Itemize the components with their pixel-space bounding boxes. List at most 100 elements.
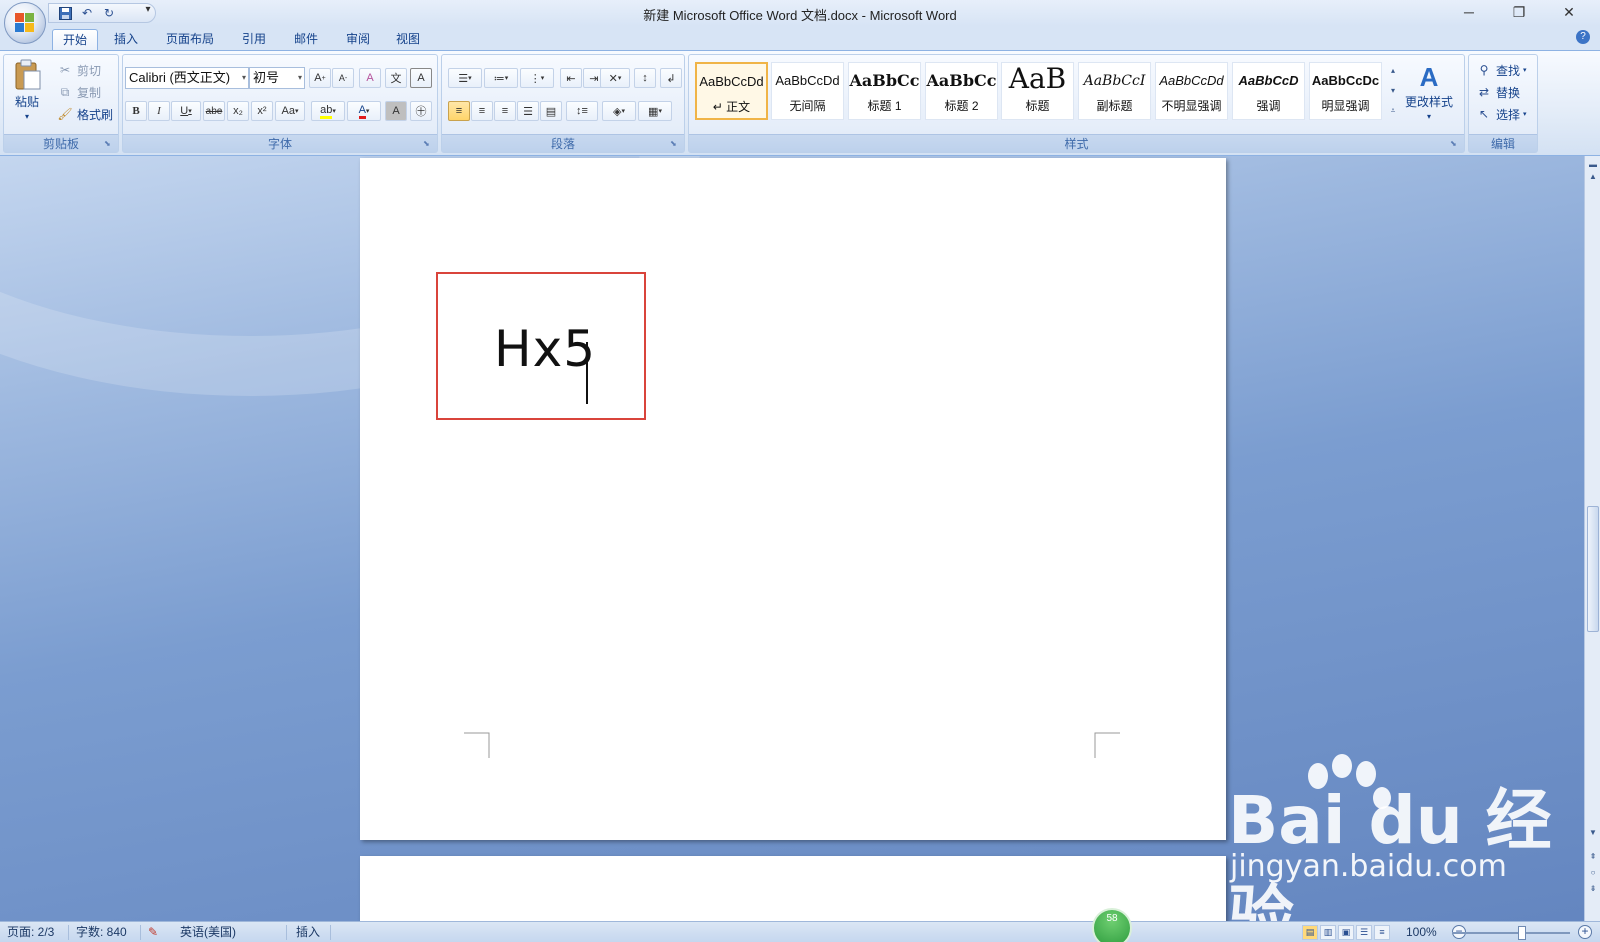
insert-mode[interactable]: 插入 xyxy=(296,924,320,940)
underline-button[interactable]: U ▾ xyxy=(171,101,201,121)
word-count[interactable]: 字数: 840 xyxy=(76,924,127,940)
style-tile-title[interactable]: AaB 标题 xyxy=(1001,62,1074,120)
char-shading-button[interactable]: A xyxy=(385,101,407,121)
scroll-up-icon[interactable]: ▲ xyxy=(1585,170,1600,184)
style-tile-emphasis[interactable]: AaBbCcD 强调 xyxy=(1232,62,1305,120)
clear-format-button[interactable]: A xyxy=(359,68,381,88)
style-sample: AaBbCcDc xyxy=(1311,73,1380,88)
close-button[interactable]: ✕ xyxy=(1546,0,1592,24)
chevron-down-icon: ▾ xyxy=(241,73,246,82)
proofing-icon[interactable]: ✎ xyxy=(148,924,158,940)
style-tile-heading-2[interactable]: AaBbCc 标题 2 xyxy=(925,62,998,120)
scroll-thumb[interactable] xyxy=(1587,506,1599,632)
zoom-in-icon[interactable]: + xyxy=(1578,925,1592,939)
style-tile-subtle-emphasis[interactable]: AaBbCcDd 不明显强调 xyxy=(1155,62,1228,120)
change-styles-label: 更改样式 xyxy=(1405,95,1454,109)
shrink-font-button[interactable]: A- xyxy=(332,68,354,88)
style-tile-normal[interactable]: AaBbCcDd ↵ 正文 xyxy=(695,62,768,120)
font-family-combo[interactable]: Calibri (西文正文) ▾ xyxy=(125,67,249,89)
align-left-button[interactable]: ≡ xyxy=(448,101,470,121)
paragraph-launcher-icon[interactable]: ⬊ xyxy=(670,139,680,149)
style-tile-heading-1[interactable]: AaBbCc 标题 1 xyxy=(848,62,921,120)
copy-button[interactable]: ⧉ 复制 xyxy=(56,83,101,101)
strikethrough-button[interactable]: abe xyxy=(203,101,225,121)
change-case-button[interactable]: Aa ▾ xyxy=(275,101,305,121)
vertical-scrollbar[interactable]: ▬ ▲ ▼ ⇞ ○ ⇟ xyxy=(1584,156,1600,921)
sort-button[interactable]: ↕ xyxy=(634,68,656,88)
document-page[interactable]: Hx5 xyxy=(360,158,1226,840)
format-painter-button[interactable]: 🖌 格式刷 xyxy=(56,105,113,123)
style-tile-no-spacing[interactable]: AaBbCcDd 无间隔 xyxy=(771,62,844,120)
scroll-down-icon[interactable]: ▼ xyxy=(1585,826,1600,840)
show-marks-button[interactable]: ↲ xyxy=(660,68,682,88)
outline-view-icon[interactable]: ☰ xyxy=(1356,925,1372,940)
font-size-combo[interactable]: 初号 ▾ xyxy=(249,67,305,89)
replace-icon: ⇄ xyxy=(1478,85,1490,99)
enclose-char-button[interactable]: ㊉ xyxy=(410,101,432,121)
align-center-button[interactable]: ≡ xyxy=(471,101,493,121)
change-styles-button[interactable]: A 更改样式 ▾ xyxy=(1405,63,1453,121)
next-page[interactable] xyxy=(360,856,1226,921)
borders-button[interactable]: ▦ ▾ xyxy=(638,101,672,121)
numbering-button[interactable]: ≔ ▾ xyxy=(484,68,518,88)
tab-references[interactable]: 引用 xyxy=(232,29,276,51)
paste-button[interactable]: 粘贴 ▾ xyxy=(12,59,42,121)
tab-page-layout[interactable]: 页面布局 xyxy=(156,29,224,51)
find-button[interactable]: ⚲ 查找 ▾ xyxy=(1475,61,1527,79)
zoom-slider-thumb[interactable] xyxy=(1518,926,1526,940)
multilevel-list-button[interactable]: ⋮ ▾ xyxy=(520,68,554,88)
language-status[interactable]: 英语(美国) xyxy=(180,924,236,940)
office-button[interactable] xyxy=(4,2,46,44)
zoom-slider[interactable] xyxy=(1452,932,1570,934)
tab-review[interactable]: 审阅 xyxy=(336,29,380,51)
page-count[interactable]: 页面: 2/3 xyxy=(7,924,54,940)
help-icon[interactable]: ? xyxy=(1576,30,1590,44)
highlighted-text-box[interactable]: Hx5 xyxy=(436,272,646,420)
shading-button[interactable]: ◈ ▾ xyxy=(602,101,636,121)
font-launcher-icon[interactable]: ⬊ xyxy=(423,139,433,149)
minimize-button[interactable]: ─ xyxy=(1446,0,1492,24)
style-tile-intense-emphasis[interactable]: AaBbCcDc 明显强调 xyxy=(1309,62,1382,120)
styles-launcher-icon[interactable]: ⬊ xyxy=(1450,139,1460,149)
superscript-button[interactable]: x² xyxy=(251,101,273,121)
clipboard-group-label: 剪贴板 xyxy=(4,134,118,152)
style-sample: AaBbCcDd xyxy=(1159,73,1224,88)
tab-home[interactable]: 开始 xyxy=(52,29,99,51)
clipboard-launcher-icon[interactable]: ⬊ xyxy=(104,139,114,149)
full-screen-reading-view-icon[interactable]: ▥ xyxy=(1320,925,1336,940)
print-layout-view-icon[interactable]: ▤ xyxy=(1302,925,1318,940)
justify-button[interactable]: ☰ xyxy=(517,101,539,121)
grow-font-button[interactable]: A + xyxy=(309,68,331,88)
styles-scroll[interactable]: ▴ ▾ ⩡ xyxy=(1386,61,1400,121)
decrease-indent-button[interactable]: ⇤ xyxy=(560,68,582,88)
char-border-button[interactable]: A xyxy=(410,68,432,88)
subscript-button[interactable]: x₂ xyxy=(227,101,249,121)
pinyin-button[interactable]: 文 xyxy=(385,68,407,88)
replace-button[interactable]: ⇄ 替换 xyxy=(1475,83,1520,101)
restore-button[interactable]: ❐ xyxy=(1496,0,1542,24)
replace-label: 替换 xyxy=(1496,85,1521,100)
draft-view-icon[interactable]: ≡ xyxy=(1374,925,1390,940)
style-tile-subtitle[interactable]: AaBbCcI 副标题 xyxy=(1078,62,1151,120)
previous-page-icon[interactable]: ⇞ xyxy=(1585,850,1600,864)
next-page-icon[interactable]: ⇟ xyxy=(1585,882,1600,896)
zoom-level[interactable]: 100% xyxy=(1406,924,1437,940)
font-group-label: 字体 xyxy=(123,134,437,152)
bullets-button[interactable]: ☰ ▾ xyxy=(448,68,482,88)
browse-object-icon[interactable]: ○ xyxy=(1585,866,1600,880)
cut-button[interactable]: ✂ 剪切 xyxy=(56,61,101,79)
font-family-value: Calibri (西文正文) xyxy=(129,70,231,85)
highlight-button[interactable]: ab ▾ xyxy=(311,101,345,121)
line-spacing-button[interactable]: ↕≡ xyxy=(566,101,598,121)
web-layout-view-icon[interactable]: ▣ xyxy=(1338,925,1354,940)
distribute-button[interactable]: ▤ xyxy=(540,101,562,121)
bold-button[interactable]: B xyxy=(125,101,147,121)
tab-insert[interactable]: 插入 xyxy=(104,29,148,51)
chinese-layout-button[interactable]: ✕ ▾ xyxy=(600,68,630,88)
align-right-button[interactable]: ≡ xyxy=(494,101,516,121)
font-color-button[interactable]: A ▾ xyxy=(347,101,381,121)
tab-view[interactable]: 视图 xyxy=(386,29,430,51)
tab-mailings[interactable]: 邮件 xyxy=(284,29,328,51)
select-button[interactable]: ↖ 选择 ▾ xyxy=(1475,105,1527,123)
italic-button[interactable]: I xyxy=(148,101,170,121)
